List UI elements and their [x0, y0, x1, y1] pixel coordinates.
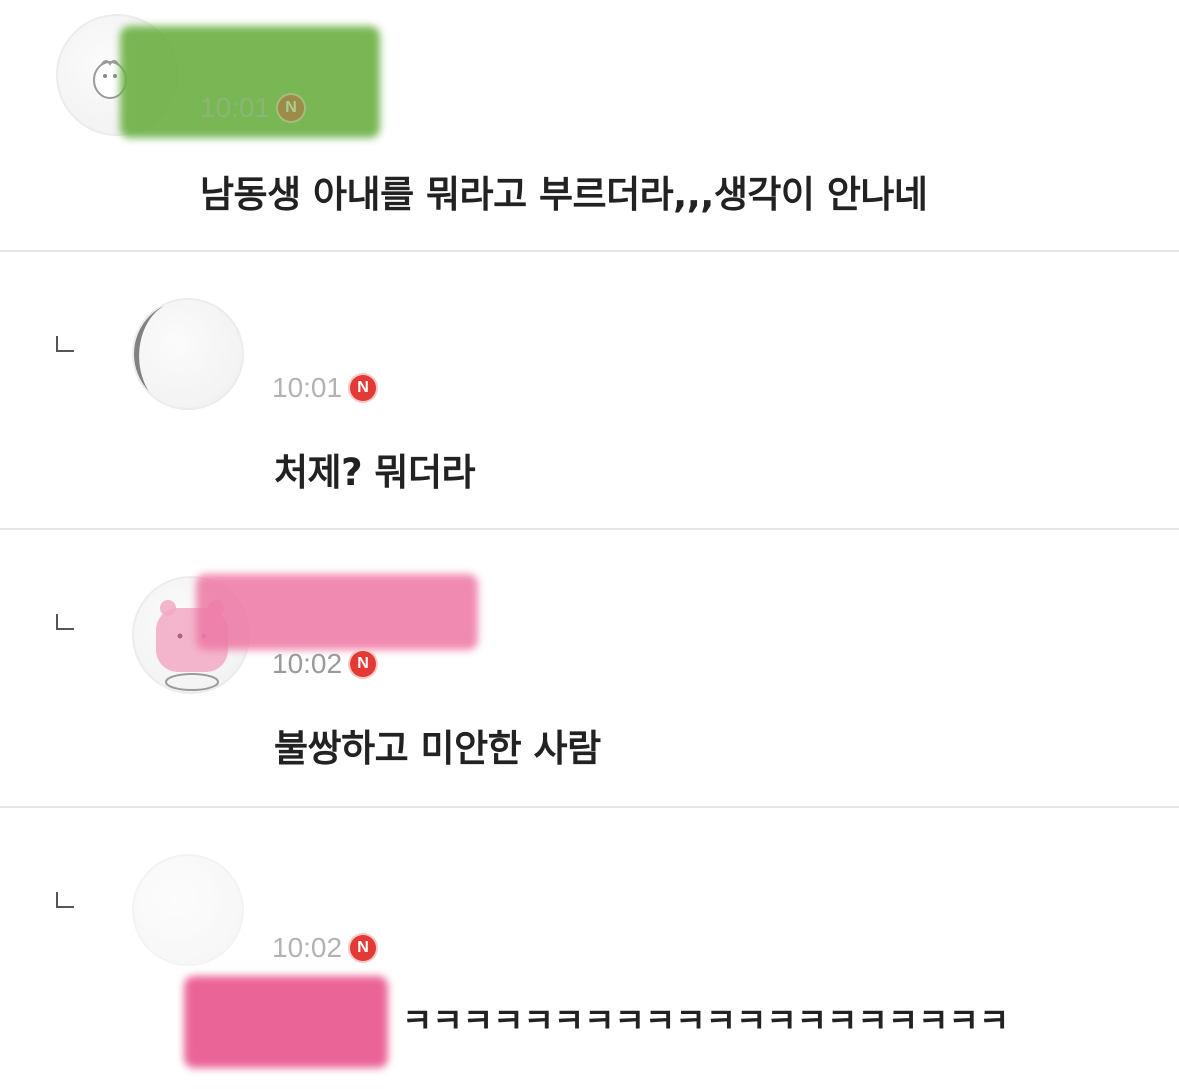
comment-thread: 10:01 N 남동생 아내를 뭐라고 부르더라,,,생각이 안나네 10:01…	[0, 0, 1179, 1089]
reply-arrow-icon	[56, 336, 74, 352]
timestamp: 10:01	[272, 372, 343, 403]
timestamp: 10:01	[200, 92, 271, 123]
timestamp: 10:02	[272, 648, 343, 679]
new-badge-icon: N	[350, 651, 377, 677]
comment-text: 불쌍하고 미안한 사람	[274, 727, 601, 770]
comment-meta: 10:01 N	[200, 92, 305, 124]
comment-text: 처제? 뭐더라	[274, 451, 476, 494]
moon-avatar-icon	[134, 306, 164, 406]
comment-text: 남동생 아내를 뭐라고 부르더라,,,생각이 안나네	[200, 173, 928, 216]
author-name-redacted	[184, 976, 388, 1068]
comment-item: 10:01 N 남동생 아내를 뭐라고 부르더라,,,생각이 안나네	[0, 0, 1179, 252]
author-name-redacted	[196, 574, 478, 650]
comment-meta: 10:02 N	[272, 932, 377, 964]
comment-text: ㅋㅋㅋㅋㅋㅋㅋㅋㅋㅋㅋㅋㅋㅋㅋㅋㅋㅋㅋㅋ	[402, 1001, 1010, 1040]
reply-item: 10:02 N ㅋㅋㅋㅋㅋㅋㅋㅋㅋㅋㅋㅋㅋㅋㅋㅋㅋㅋㅋㅋ	[0, 808, 1179, 1089]
reply-item: 10:01 N 처제? 뭐더라	[0, 252, 1179, 530]
comment-meta: 10:01 N	[272, 372, 377, 404]
new-badge-icon: N	[350, 935, 377, 961]
reply-arrow-icon	[56, 892, 74, 908]
avatar[interactable]	[132, 854, 244, 966]
timestamp: 10:02	[272, 932, 343, 963]
avatar[interactable]	[132, 298, 244, 410]
reply-arrow-icon	[56, 614, 74, 630]
reply-item: 10:02 N 불쌍하고 미안한 사람	[0, 530, 1179, 808]
new-badge-icon: N	[350, 375, 377, 401]
new-badge-icon: N	[278, 95, 305, 121]
comment-meta: 10:02 N	[272, 648, 377, 680]
